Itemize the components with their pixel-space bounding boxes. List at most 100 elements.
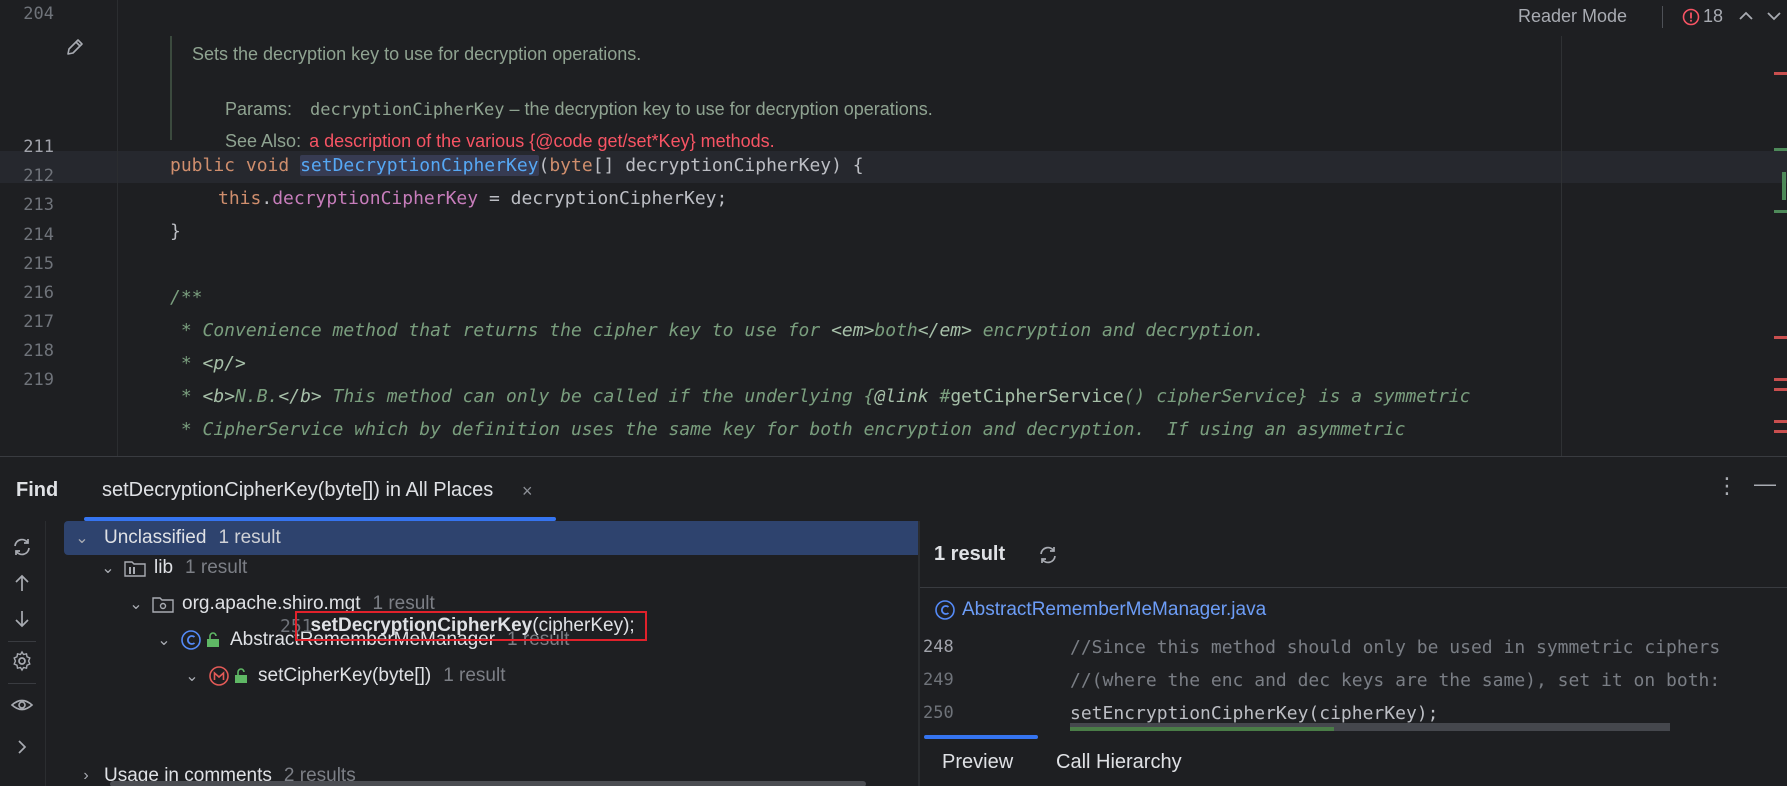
tree-node-lib[interactable]: ⌄ lib 1 result [46, 551, 906, 585]
find-title: Find [16, 479, 59, 501]
chevron-down-icon[interactable]: ⌄ [124, 594, 148, 614]
right-margin-guide [1561, 36, 1562, 456]
preview-scroll-thumb[interactable] [1070, 727, 1334, 731]
code-line-211: public void setDecryptionCipherKey(byte[… [170, 155, 864, 176]
code-token: = decryptionCipherKey; [478, 188, 728, 209]
error-stripe-mark[interactable] [1774, 72, 1787, 75]
preview-code-line: //Since this method should only be used … [1070, 637, 1721, 658]
error-stripe-mark[interactable] [1774, 430, 1787, 433]
tree-node-usage[interactable]: 251 setDecryptionCipherKey(cipherKey); [280, 609, 647, 643]
more-options-icon[interactable]: ⋮ [1716, 473, 1738, 499]
editor-gutter: 204 211 212 213 214 215 216 217 218 219 [0, 0, 118, 456]
toolbar-divider [1662, 6, 1663, 28]
horizontal-scrollbar[interactable] [110, 781, 866, 786]
preview-line-number: 249 [923, 670, 954, 690]
change-stripe-mark[interactable] [1774, 148, 1787, 151]
active-tab-indicator [924, 735, 1038, 739]
comment-text: * Convenience method that returns the ci… [170, 320, 832, 341]
chevron-down-icon[interactable]: ⌄ [152, 630, 176, 650]
error-stripe-mark[interactable] [1774, 378, 1787, 381]
comment-reference[interactable]: getCipherService [950, 386, 1123, 407]
chevron-down-icon[interactable]: ⌄ [96, 558, 120, 578]
code-token: [] decryptionCipherKey) { [592, 155, 864, 176]
comment-text: This method can only be called if the un… [321, 386, 875, 407]
close-tab-icon[interactable]: × [522, 481, 533, 502]
reader-mode-button[interactable]: Reader Mode [1518, 6, 1627, 27]
comment-text: # [928, 386, 951, 407]
lock-open-icon [235, 668, 247, 683]
doc-see-also-label: See Also: [225, 131, 302, 151]
error-stripe-mark[interactable] [1774, 420, 1787, 423]
code-line-218: * <b>N.B.</b> This method can only be ca… [170, 386, 1471, 407]
find-tab-label: setDecryptionCipherKey(byte[]) in All Pl… [102, 479, 494, 501]
tab-preview[interactable]: Preview [942, 751, 1013, 774]
code-line-217: * <p/> [170, 353, 246, 374]
find-toolbar [0, 521, 46, 786]
preview-code-line: //(where the enc and dec keys are the sa… [1070, 670, 1721, 691]
tree-node-label: setCipherKey(byte[]) [258, 665, 432, 686]
code-line-219: * CipherService which by definition uses… [170, 419, 1406, 440]
find-results-tab[interactable]: setDecryptionCipherKey(byte[]) in All Pl… [84, 467, 556, 521]
preview-pane: 1 result AbstractRememberMeManager.java … [920, 521, 1787, 786]
tab-call-hierarchy[interactable]: Call Hierarchy [1056, 751, 1182, 774]
preview-file-link[interactable]: AbstractRememberMeManager.java [934, 599, 1266, 621]
method-icon [209, 666, 229, 686]
keyword: byte [549, 155, 593, 176]
preview-tabs: Preview Call Hierarchy [920, 733, 1787, 786]
find-tool-window: Find setDecryptionCipherKey(byte[]) in A… [0, 456, 1787, 786]
code-line-215: /** [170, 287, 203, 308]
error-stripe-mark[interactable] [1774, 388, 1787, 391]
error-count-label: 18 [1703, 6, 1724, 26]
usage-highlight-box[interactable]: setDecryptionCipherKey(cipherKey); [294, 611, 647, 641]
comment-text: * [170, 386, 203, 407]
edit-pencil-icon[interactable] [64, 36, 86, 58]
results-tree[interactable]: ⌄ Unclassified 1 result ⌄ lib 1 result ⌄… [46, 521, 918, 786]
error-counter[interactable]: 18 [1682, 6, 1723, 27]
previous-highlight-icon[interactable] [1737, 8, 1755, 24]
method-name[interactable]: setDecryptionCipherKey [300, 155, 539, 176]
comment-text: * [170, 353, 203, 374]
error-stripe-mark[interactable] [1774, 336, 1787, 339]
comment-tag: <b> [202, 386, 236, 407]
doc-see-also-link[interactable]: a description of the various {@code get/… [309, 131, 775, 151]
next-highlight-icon[interactable] [1765, 8, 1783, 24]
preview-line-number: 250 [923, 703, 954, 723]
comment-tag: </b> [278, 386, 322, 407]
comment-text: both [874, 320, 918, 341]
tree-node-unclassified[interactable]: ⌄ Unclassified 1 result [64, 521, 918, 555]
line-number: 218 [23, 341, 54, 361]
class-icon [935, 600, 955, 620]
error-icon [1682, 8, 1700, 25]
settings-gear-icon[interactable] [10, 649, 34, 673]
line-number: 219 [23, 370, 54, 390]
tree-node-method[interactable]: ⌄ setCipherKey(byte[]) 1 result [46, 659, 906, 693]
arrow-up-icon[interactable] [10, 571, 34, 595]
comment-tag: @link [874, 386, 929, 407]
tree-node-count: 1 result [218, 527, 281, 548]
chevron-right-icon[interactable]: › [74, 767, 98, 785]
comment-text: N.B. [235, 386, 279, 407]
change-stripe-mark[interactable] [1782, 172, 1786, 200]
minimize-icon[interactable]: — [1754, 471, 1776, 497]
comment-tag: </em> [917, 320, 972, 341]
preview-result-count: 1 result [934, 543, 1006, 565]
comment-tag: <em> [831, 320, 875, 341]
keyword: public [170, 155, 236, 176]
tree-node-count: 1 result [185, 557, 248, 578]
package-icon [152, 597, 174, 613]
chevron-right-icon[interactable] [10, 735, 34, 759]
lock-open-icon [207, 632, 219, 647]
chevron-down-icon[interactable]: ⌄ [70, 528, 94, 548]
eye-icon[interactable] [10, 693, 34, 717]
arrow-down-icon[interactable] [10, 607, 34, 631]
comment-text: encryption and decryption. [971, 320, 1265, 341]
library-folder-icon [124, 561, 146, 577]
rerun-icon[interactable] [10, 535, 34, 559]
code-line-212: this.decryptionCipherKey = decryptionCip… [218, 188, 727, 209]
field-name: decryptionCipherKey [272, 188, 479, 209]
line-number: 217 [23, 312, 54, 332]
change-stripe-mark[interactable] [1774, 210, 1787, 213]
chevron-down-icon[interactable]: ⌄ [180, 666, 204, 686]
refresh-icon[interactable] [1036, 543, 1060, 567]
code-editor[interactable]: 204 211 212 213 214 215 216 217 218 219 … [0, 0, 1787, 456]
